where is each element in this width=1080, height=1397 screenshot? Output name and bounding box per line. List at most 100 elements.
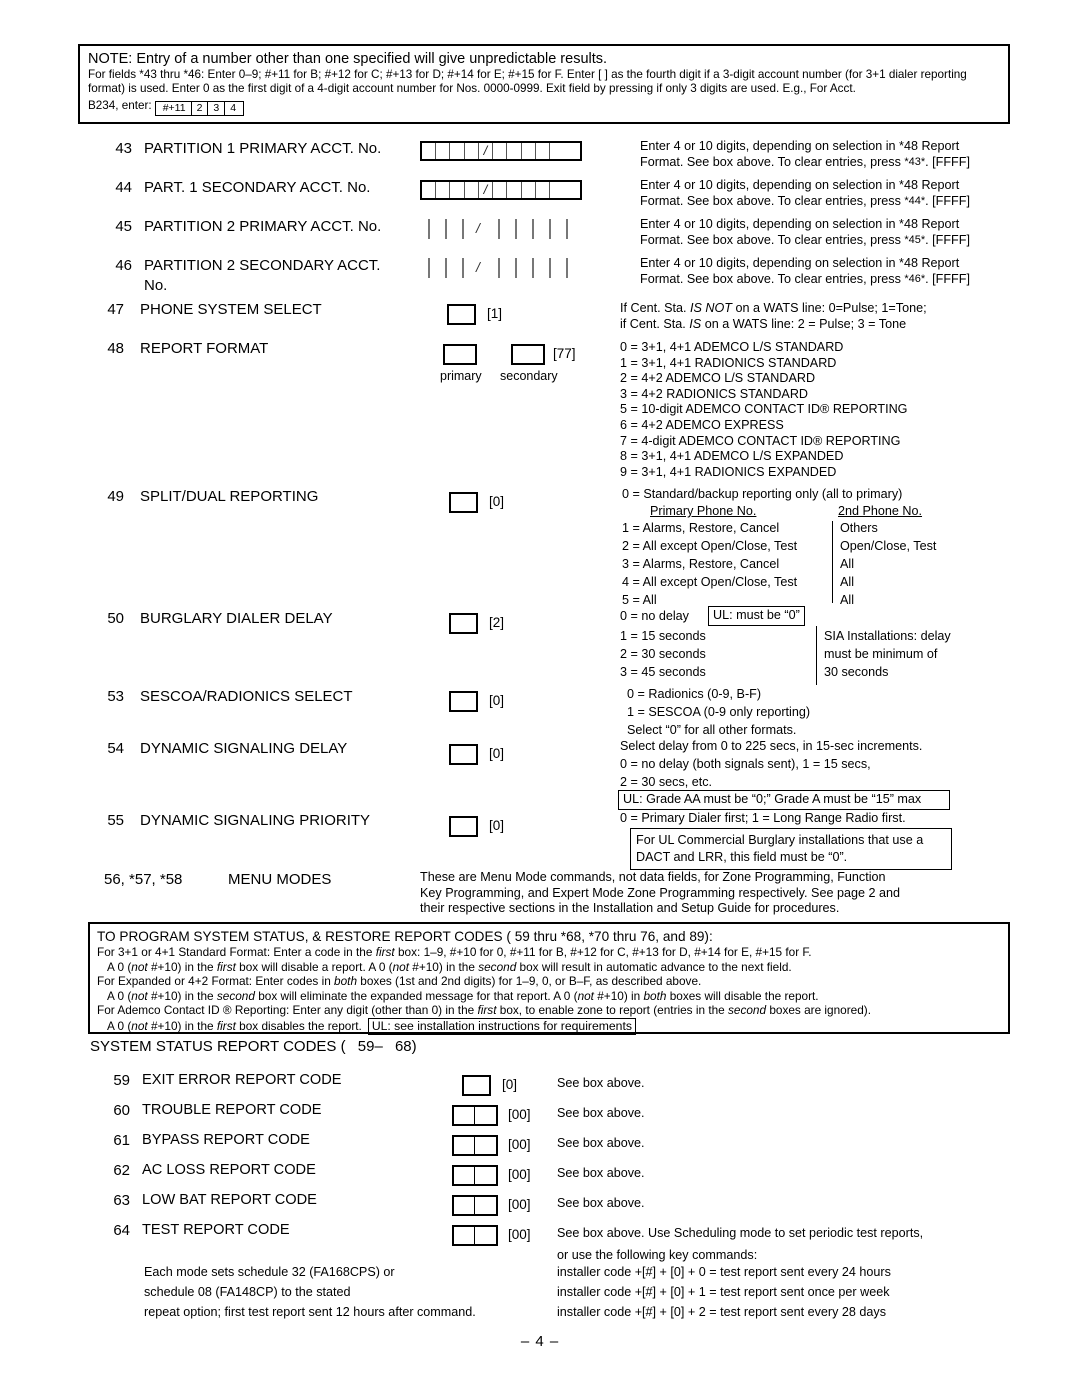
field-50-opt: 2 = 30 seconds <box>620 647 706 661</box>
field-number-53: 53 <box>107 688 124 705</box>
field-desc-44-code: *44* <box>904 194 926 207</box>
split-row-right: All <box>840 575 854 589</box>
field-desc-59: See box above. <box>557 1076 645 1090</box>
pl2d: #+10) in the <box>409 959 479 974</box>
note-line-2: For fields *43 thru *46: Enter 0–9; #+11… <box>88 68 967 96</box>
key-command-line: installer code +[#] + [0] + 2 = test rep… <box>557 1305 887 1319</box>
field-label-55: DYNAMIC SIGNALING PRIORITY <box>140 812 371 829</box>
entry-box-55[interactable] <box>449 816 478 837</box>
entry-box-47[interactable] <box>447 304 476 325</box>
report-format-option: 9 = 3+1, 4+1 RADIONICS EXPANDED <box>620 464 837 479</box>
prog-box-line-4: A 0 (not #+10) in the second box will el… <box>97 989 1001 1004</box>
report-format-option: 2 = 4+2 ADEMCO L/S STANDARD <box>620 371 816 386</box>
pl2i4: second <box>478 959 517 974</box>
label-secondary-48: secondary <box>500 369 558 383</box>
entry-key-2: 3 <box>208 101 226 115</box>
menu-modes-line: their respective sections in the Install… <box>420 901 840 916</box>
entry-key-3: 4 <box>230 101 237 114</box>
key-command-line: installer code +[#] + [0] + 1 = test rep… <box>557 1285 890 1299</box>
field-desc-47: If Cent. Sta. IS NOT on a WATS line: 0=P… <box>620 301 1020 332</box>
acct-entry-boxes-43[interactable] <box>420 141 582 161</box>
acct-entry-boxes-44[interactable] <box>420 180 582 200</box>
note-line-3-prefix: B234, enter: <box>88 98 152 112</box>
pl5b: box, to enable zone to report (entries i… <box>496 1003 728 1018</box>
pl4e: boxes will disable the report. <box>666 988 819 1003</box>
default-value-49: [0] <box>489 494 505 509</box>
entry-box-60[interactable] <box>452 1105 498 1126</box>
entry-box-48-primary[interactable] <box>443 344 477 365</box>
field-label-59: EXIT ERROR REPORT CODE <box>142 1072 342 1088</box>
note-line-1: NOTE: Entry of a number other than one s… <box>88 51 608 67</box>
entry-box-48-secondary[interactable] <box>511 344 545 365</box>
field-desc-46: Enter 4 or 10 digits, depending on selec… <box>640 256 1020 287</box>
pl5a: For Ademco Contact ID ® Reporting: Enter… <box>97 1003 478 1018</box>
field-number-63: 63 <box>113 1192 130 1209</box>
pl5i1: first <box>477 1003 497 1018</box>
ul-note-55-l2: DACT and LRR, this field must be “0”. <box>636 850 848 864</box>
pl4i2: second <box>216 988 255 1003</box>
pl3b: boxes (1st and 2nd digits) for 1–9, 0, o… <box>357 974 702 989</box>
split-row-left: 5 = All <box>622 593 657 607</box>
entry-box-50[interactable] <box>449 613 478 634</box>
split-row-left: 2 = All except Open/Close, Test <box>622 539 798 553</box>
field-desc-64: See box above. Use Scheduling mode to se… <box>557 1226 924 1240</box>
field-desc-43-l1: Enter 4 or 10 digits, depending on selec… <box>640 139 960 153</box>
prog-heading-b: 59 thru *68, *70 thru <box>514 929 637 944</box>
entry-box-64[interactable] <box>452 1225 498 1246</box>
acct-tick-marks-45[interactable]: / <box>428 219 578 239</box>
pl4a: A 0 ( <box>107 988 132 1003</box>
pl4i3: not <box>577 988 594 1003</box>
field-number-48: 48 <box>107 340 124 357</box>
note-box: NOTE: Entry of a number other than one s… <box>78 44 1010 124</box>
field-label-53: SESCOA/RADIONICS SELECT <box>140 688 353 705</box>
key-command-line: installer code +[#] + [0] + 0 = test rep… <box>557 1265 891 1279</box>
ul-note-55: For UL Commercial Burglary installations… <box>630 828 952 870</box>
pl4b: #+10) in the <box>147 988 217 1003</box>
field-desc-45-code: *45* <box>904 233 926 246</box>
field-number-49: 49 <box>107 488 124 505</box>
default-value-63: [00] <box>508 1197 531 1212</box>
entry-box-54[interactable] <box>449 744 478 765</box>
pl2i1: not <box>131 959 148 974</box>
field-desc-46-code: *46* <box>904 272 926 285</box>
ul-note-54: UL: Grade AA must be “0;” Grade A must b… <box>618 790 950 810</box>
report-format-option: 3 = 4+2 RADIONICS STANDARD <box>620 386 809 401</box>
split-row-right: Others <box>840 521 878 535</box>
report-format-option: 6 = 4+2 ADEMCO EXPRESS <box>620 417 784 432</box>
page-footer: – 4 – <box>520 1333 560 1350</box>
note-line-3: B234, enter: #+11 2 3 4 <box>88 99 1000 116</box>
f47-d1a: If Cent. Sta. <box>620 301 690 315</box>
field-number-43: 43 <box>115 140 132 157</box>
f47-d1b: on a WATS line: 0=Pulse; 1=Tone; <box>731 301 927 315</box>
entry-box-53[interactable] <box>449 691 478 712</box>
menu-modes-line: Key Programming, and Expert Mode Zone Pr… <box>420 885 900 900</box>
default-value-50: [2] <box>489 615 505 630</box>
report-format-option: 7 = 4-digit ADEMCO CONTACT ID® REPORTING <box>620 433 901 448</box>
pl4i1: not <box>131 988 148 1003</box>
report-format-option: 8 = 3+1, 4+1 ADEMCO L/S EXPANDED <box>620 449 844 464</box>
field-54-opt: Select delay from 0 to 225 secs, in 15-s… <box>620 739 923 753</box>
field-label-menu-modes: MENU MODES <box>228 871 332 888</box>
entry-box-62[interactable] <box>452 1165 498 1186</box>
pl5c: boxes are ignored). <box>766 1003 871 1018</box>
field-desc-63: See box above. <box>557 1196 645 1210</box>
prog-heading-a: TO PROGRAM SYSTEM STATUS, & RESTORE REPO… <box>97 929 511 944</box>
entry-box-49[interactable] <box>449 492 478 513</box>
field-desc-45: Enter 4 or 10 digits, depending on selec… <box>640 217 1020 248</box>
field-desc-45-l2a: Format. See box above. To clear entries,… <box>640 232 905 247</box>
acct-tick-marks-46[interactable]: / <box>428 258 578 278</box>
field-53-opt: 0 = Radionics (0-9, B-F) <box>627 687 762 701</box>
entry-box-59[interactable] <box>462 1075 491 1096</box>
entry-box-61[interactable] <box>452 1135 498 1156</box>
split-row-right: All <box>840 557 854 571</box>
program-instructions-box: TO PROGRAM SYSTEM STATUS, & RESTORE REPO… <box>88 922 1010 1035</box>
pl2i2: first <box>216 959 236 974</box>
field-50-opt: 3 = 45 seconds <box>620 665 706 679</box>
sia-note-line: 30 seconds <box>824 665 889 679</box>
field-number-56-58: 56, *57, *58 <box>104 871 183 888</box>
pl4i4: both <box>643 988 667 1003</box>
field-54-opt: 0 = no delay (both signals sent), 1 = 15… <box>620 757 871 771</box>
split-row-left: 3 = Alarms, Restore, Cancel <box>622 557 780 571</box>
field-label-46: PARTITION 2 SECONDARY ACCT. <box>144 257 381 274</box>
entry-box-63[interactable] <box>452 1195 498 1216</box>
